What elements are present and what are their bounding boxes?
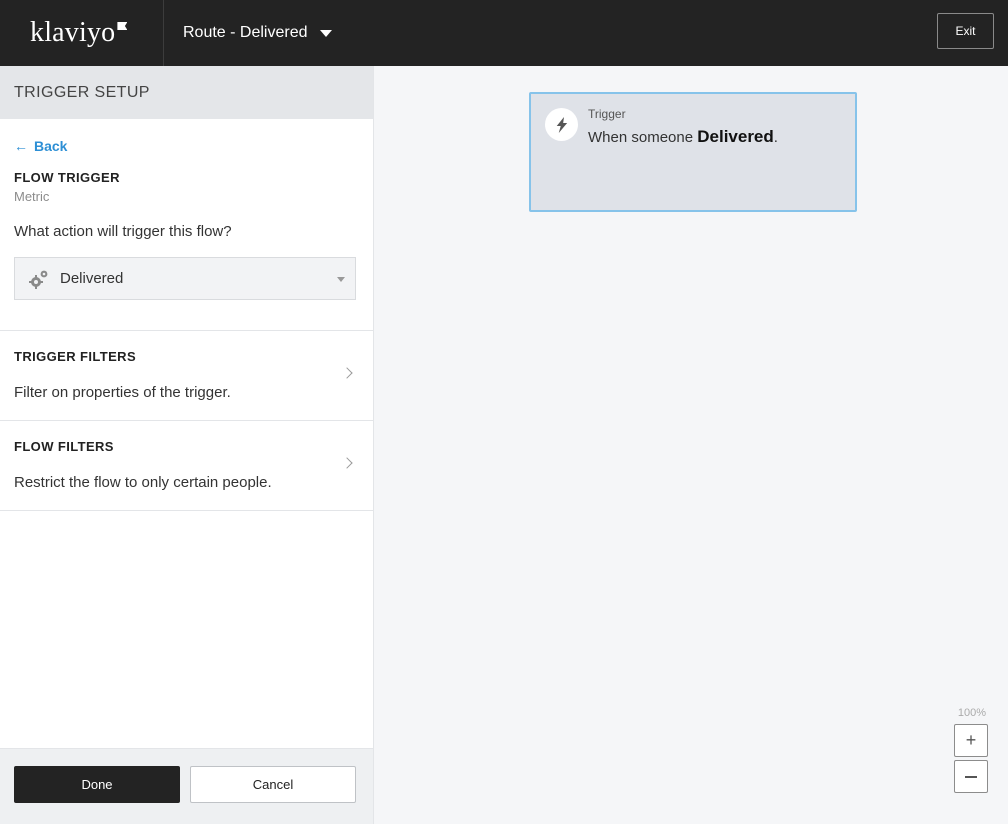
trigger-filters-section[interactable]: TRIGGER FILTERS Filter on properties of … — [0, 331, 373, 421]
logo-text: klaviyo — [30, 17, 116, 48]
back-link[interactable]: ← Back — [14, 138, 67, 154]
gears-icon — [29, 270, 48, 289]
flow-canvas[interactable]: Trigger When someone Delivered. 100% + — [375, 66, 1008, 824]
caret-down-icon — [319, 29, 332, 37]
flow-trigger-heading: FLOW TRIGGER — [14, 170, 120, 185]
zoom-level: 100% — [957, 707, 986, 719]
sidebar-footer: Done Cancel — [0, 748, 373, 824]
flow-name-dropdown[interactable]: Route - Delivered — [183, 24, 332, 42]
trigger-question: What action will trigger this flow? — [14, 223, 232, 240]
chevron-right-icon — [341, 367, 353, 379]
zoom-out-button[interactable] — [954, 760, 988, 793]
klaviyo-logo[interactable]: klaviyo — [0, 0, 164, 66]
plus-icon: + — [965, 730, 977, 750]
zoom-in-button[interactable]: + — [954, 724, 988, 757]
top-bar: klaviyo Route - Delivered Exit — [0, 0, 1008, 66]
metric-select[interactable]: Delivered — [14, 257, 356, 300]
exit-button[interactable]: Exit — [937, 13, 994, 49]
done-button[interactable]: Done — [14, 766, 180, 803]
flow-filters-heading: FLOW FILTERS — [14, 439, 114, 454]
flow-name-label: Route - Delivered — [183, 24, 308, 41]
trigger-type-label: Metric — [14, 189, 50, 204]
chevron-right-icon — [341, 457, 353, 469]
flow-filters-section[interactable]: FLOW FILTERS Restrict the flow to only c… — [0, 421, 373, 511]
trigger-filters-description: Filter on properties of the trigger. — [14, 384, 231, 401]
card-metric: Delivered — [697, 127, 774, 146]
logo-flag-icon — [117, 22, 128, 30]
cancel-button[interactable]: Cancel — [190, 766, 356, 803]
selected-metric: Delivered — [60, 270, 124, 287]
flow-trigger-section: ← Back FLOW TRIGGER Metric What action w… — [0, 119, 373, 331]
back-label: Back — [34, 138, 68, 154]
minus-icon — [965, 775, 977, 778]
card-text-prefix: When someone — [588, 129, 698, 146]
card-type-label: Trigger — [588, 107, 626, 121]
trigger-setup-sidebar: TRIGGER SETUP ← Back FLOW TRIGGER Metric… — [0, 66, 374, 824]
select-caret-icon — [337, 277, 345, 282]
card-text-suffix: . — [773, 129, 778, 146]
arrow-left-icon: ← — [14, 138, 28, 154]
card-description: When someone Delivered. — [588, 127, 778, 147]
flow-filters-description: Restrict the flow to only certain people… — [14, 474, 272, 491]
lightning-bolt-icon — [545, 108, 578, 141]
trigger-filters-heading: TRIGGER FILTERS — [14, 349, 137, 364]
trigger-card[interactable]: Trigger When someone Delivered. — [529, 92, 857, 212]
sidebar-title: TRIGGER SETUP — [0, 66, 373, 119]
